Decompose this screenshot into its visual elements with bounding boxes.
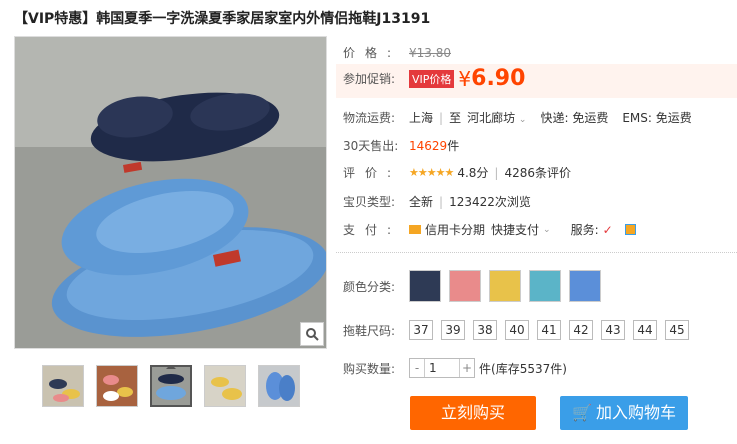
promo-label: 参加促销: (343, 72, 396, 86)
ship-from: 上海 (409, 111, 434, 125)
ship-to-prefix: 至 (449, 111, 462, 125)
zoom-icon[interactable] (300, 322, 324, 346)
size-label: 拖鞋尺码: (343, 323, 396, 338)
swatch-fill (530, 271, 560, 301)
shipping-label: 物流运费: (343, 111, 396, 125)
size-row: 拖鞋尺码: 37 39 38 40 41 42 43 44 45 (343, 320, 697, 340)
original-price: ¥13.80 (409, 45, 451, 60)
view-count: 123422次浏览 (449, 195, 531, 209)
color-swatch-2[interactable] (449, 270, 481, 302)
size-option[interactable]: 37 (409, 320, 433, 340)
vip-price-badge: VIP价格 (409, 69, 455, 88)
size-option[interactable]: 43 (601, 320, 625, 340)
price-label: 价格: (343, 46, 402, 60)
size-option[interactable]: 42 (569, 320, 593, 340)
stock-info: (库存5537件) (491, 361, 567, 376)
buy-now-button[interactable]: 立刻购买 (410, 396, 536, 430)
payment-label: 支付: (343, 223, 402, 237)
swatch-fill (410, 271, 440, 301)
shipping-row: 物流运费: 上海 | 至 河北廊坊 ⌄ 快递: 免运费 EMS: 免运费 (343, 109, 692, 126)
thumbnail-5[interactable] (258, 365, 300, 407)
size-option[interactable]: 40 (505, 320, 529, 340)
main-product-image[interactable] (14, 36, 327, 349)
chevron-down-icon[interactable]: ⌄ (543, 225, 551, 235)
swatch-fill (450, 271, 480, 301)
item-type-row: 宝贝类型: 全新 | 123422次浏览 (343, 194, 531, 210)
thumbnail-2[interactable] (96, 365, 138, 407)
rating-label: 评价: (343, 166, 402, 180)
sales-unit: 件 (447, 139, 460, 153)
sales-count: 14629 (409, 138, 448, 153)
swatch-fill (570, 271, 600, 301)
size-option[interactable]: 39 (441, 320, 465, 340)
size-option[interactable]: 44 (633, 320, 657, 340)
service-guarantee-icon[interactable] (624, 224, 636, 235)
size-option[interactable]: 41 (537, 320, 561, 340)
price-row: 价格: ¥13.80 (343, 44, 451, 61)
add-to-cart-label: 加入购物车 (595, 403, 676, 422)
quick-pay-link[interactable]: 快捷支付 (491, 221, 539, 238)
thumbnail-1[interactable] (42, 365, 84, 407)
rating-score: 4.8分 (457, 166, 489, 180)
quantity-label: 购买数量: (343, 361, 396, 376)
ship-to-select[interactable]: 河北廊坊 ⌄ (467, 109, 526, 126)
currency-symbol: ¥ (458, 66, 472, 91)
sales-label: 30天售出: (343, 139, 399, 153)
rating-row: 评价: ★★★★★ 4.8分 | 4286条评价 (343, 164, 571, 181)
ems-fee: EMS: 免运费 (622, 111, 692, 125)
add-to-cart-button[interactable]: 🛒 加入购物车 (560, 396, 688, 430)
service-label: 服务: (570, 223, 599, 237)
thumbnail-4[interactable] (204, 365, 246, 407)
chevron-down-icon: ⌄ (518, 115, 527, 125)
quantity-minus-button[interactable]: - (410, 361, 424, 375)
item-type: 全新 (409, 195, 434, 209)
credit-card-icon (409, 225, 421, 234)
thumbnail-3-selected[interactable] (150, 365, 192, 407)
credit-installment-link[interactable]: 信用卡分期 (425, 221, 485, 238)
review-count-link[interactable]: 4286条评价 (504, 164, 571, 181)
promo-price: 6.90 (471, 66, 526, 91)
promo-row: 参加促销: VIP价格 ¥ 6.90 (343, 66, 525, 91)
color-swatch-5[interactable] (569, 270, 601, 302)
star-rating-icon: ★★★★★ (409, 166, 454, 179)
color-row: 颜色分类: (343, 270, 609, 302)
color-swatch-3[interactable] (489, 270, 521, 302)
quantity-row: 购买数量: - 1 + 件 (库存5537件) (343, 358, 567, 378)
color-label: 颜色分类: (343, 279, 396, 294)
payment-row: 支付: 信用卡分期 快捷支付 ⌄ 服务: ✓ (343, 221, 636, 238)
cart-icon: 🛒 (572, 403, 592, 422)
size-option[interactable]: 45 (665, 320, 689, 340)
color-swatch-4[interactable] (529, 270, 561, 302)
service-badge-icon[interactable]: ✓ (603, 223, 613, 237)
product-title: 【VIP特惠】韩国夏季一字洗澡夏季家居家室内外情侣拖鞋J13191 (14, 11, 431, 27)
swatch-fill (490, 271, 520, 301)
quantity-stepper: - 1 + (409, 358, 475, 378)
size-option[interactable]: 38 (473, 320, 497, 340)
section-divider (336, 252, 737, 253)
color-swatch-1[interactable] (409, 270, 441, 302)
quantity-unit: 件 (479, 361, 492, 376)
item-type-label: 宝贝类型: (343, 195, 396, 209)
quantity-input[interactable]: 1 (424, 359, 460, 377)
express-fee: 快递: 免运费 (540, 111, 609, 125)
thumbnail-strip (42, 365, 300, 407)
sales-row: 30天售出: 14629 件 (343, 137, 459, 154)
quantity-plus-button[interactable]: + (460, 361, 474, 375)
